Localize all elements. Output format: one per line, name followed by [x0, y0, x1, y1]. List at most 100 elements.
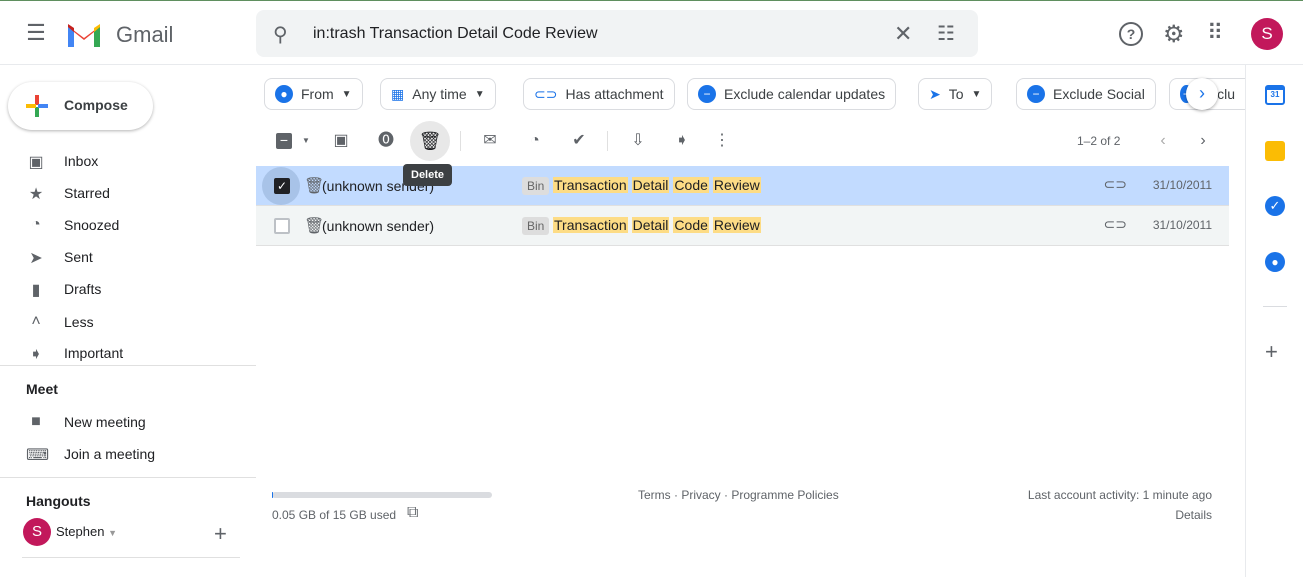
- help-icon[interactable]: ?: [1119, 22, 1143, 46]
- sidebar-item-drafts[interactable]: ▮ Drafts: [0, 273, 256, 305]
- clear-search-icon[interactable]: ✕: [894, 21, 912, 47]
- send-icon: ➤: [29, 250, 43, 267]
- nav-label: Inbox: [64, 153, 99, 169]
- nav-label: Sent: [64, 249, 93, 265]
- sidebar-item-sent[interactable]: ➤ Sent: [0, 241, 256, 273]
- open-external-icon[interactable]: ⧉: [407, 504, 418, 522]
- nav-label: Important: [64, 345, 124, 361]
- filter-exclude-social[interactable]: − Exclude Social: [1016, 78, 1156, 110]
- email-row[interactable]: ✓ 🗑 (unknown sender) Bin Transaction Deta…: [256, 166, 1229, 206]
- person-icon: ●: [275, 85, 293, 103]
- inbox-icon: ▣: [28, 154, 44, 171]
- add-task-icon[interactable]: ✔: [567, 129, 591, 153]
- compose-label: Compose: [64, 97, 128, 113]
- report-spam-icon[interactable]: ⓿: [374, 129, 398, 153]
- filter-from[interactable]: ● From ▼: [264, 78, 363, 110]
- nav-label: Join a meeting: [64, 446, 156, 462]
- top-bar: ☰ Gmail ⚲ in:trash Transaction Detail Co…: [0, 1, 1303, 65]
- more-options-icon[interactable]: ⋮: [710, 129, 734, 153]
- add-hangout-icon[interactable]: +: [214, 521, 227, 547]
- hangouts-user-name: Stephen: [56, 524, 105, 539]
- date: 31/10/2011: [1152, 178, 1212, 192]
- mark-read-icon[interactable]: ✉: [478, 129, 502, 153]
- subject-word: Code: [673, 217, 709, 233]
- snooze-clock-icon[interactable]: ◔: [523, 129, 547, 153]
- gmail-logo-icon[interactable]: [66, 20, 102, 47]
- sidebar-item-snoozed[interactable]: ◔ Snoozed: [0, 209, 256, 241]
- calendar-icon: ▦: [391, 85, 405, 102]
- sender: (unknown sender): [322, 218, 435, 234]
- details-link[interactable]: Details: [1175, 508, 1212, 522]
- footer-links[interactable]: Terms · Privacy · Programme Policies: [638, 488, 839, 502]
- email-row[interactable]: 🗑 (unknown sender) Bin Transaction Detail…: [256, 206, 1229, 246]
- nav-label: Starred: [64, 185, 110, 201]
- side-panel: 31 ✓ ● +: [1245, 65, 1303, 577]
- nav-label: Less: [64, 314, 94, 330]
- nav-label: New meeting: [64, 414, 146, 430]
- subject-word: Detail: [631, 217, 670, 233]
- filter-exclude-calendar[interactable]: − Exclude calendar updates: [687, 78, 897, 110]
- video-camera-icon: ■: [31, 413, 41, 430]
- search-input[interactable]: in:trash Transaction Detail Code Review: [313, 25, 598, 43]
- main-menu-icon[interactable]: ☰: [24, 20, 48, 45]
- add-addon-icon[interactable]: +: [1265, 339, 1278, 365]
- divider: [460, 131, 461, 151]
- subject-word: Transaction: [553, 217, 628, 233]
- apps-grid-icon[interactable]: ⠿: [1207, 20, 1223, 46]
- divider: [22, 557, 240, 558]
- settings-gear-icon[interactable]: ⚙: [1163, 20, 1185, 49]
- filter-to[interactable]: ➤ To ▼: [918, 78, 993, 110]
- calendar-app-icon[interactable]: 31: [1265, 85, 1285, 105]
- row-checkbox[interactable]: [274, 218, 290, 234]
- subject-word: Detail: [631, 177, 670, 193]
- subject-word: Transaction: [553, 177, 628, 193]
- bin-label[interactable]: Bin: [522, 217, 550, 235]
- subject-word: Review: [712, 217, 761, 233]
- label-icon[interactable]: ➧: [670, 129, 694, 153]
- important-icon: ➧: [29, 346, 43, 363]
- prev-page-icon[interactable]: ‹: [1151, 129, 1175, 153]
- divider: [0, 477, 256, 478]
- chip-label: To: [948, 86, 964, 102]
- sidebar-item-starred[interactable]: ★ Starred: [0, 177, 256, 209]
- tasks-app-icon[interactable]: ✓: [1265, 196, 1285, 216]
- select-all-checkbox[interactable]: −: [272, 129, 296, 153]
- subject-word: Code: [673, 177, 709, 193]
- archive-icon[interactable]: ▣: [329, 129, 353, 153]
- draft-icon: ▮: [31, 282, 41, 299]
- filter-has-attachment[interactable]: ⊂⊃ Has attachment: [523, 78, 675, 110]
- filter-any-time[interactable]: ▦ Any time ▼: [380, 78, 496, 110]
- meet-heading: Meet: [26, 381, 58, 397]
- clock-icon: ◔: [31, 216, 41, 233]
- contacts-app-icon[interactable]: ●: [1265, 252, 1285, 272]
- divider: [0, 365, 256, 366]
- search-icon[interactable]: ⚲: [273, 22, 288, 47]
- subject-word: Review: [712, 177, 761, 193]
- bin-label[interactable]: Bin: [522, 177, 550, 195]
- row-checkbox[interactable]: ✓: [274, 178, 290, 194]
- next-page-icon[interactable]: ›: [1191, 129, 1215, 153]
- keep-app-icon[interactable]: [1265, 141, 1285, 161]
- hangouts-avatar[interactable]: S: [23, 518, 51, 546]
- hangouts-user[interactable]: Stephen ▼: [56, 524, 117, 539]
- select-caret-icon[interactable]: ▼: [294, 129, 318, 153]
- send-icon: ➤: [929, 85, 941, 102]
- join-meeting-item[interactable]: ⌨ Join a meeting: [0, 438, 256, 470]
- search-options-icon[interactable]: ☷: [937, 21, 955, 46]
- sidebar-item-inbox[interactable]: ▣ Inbox: [0, 145, 256, 177]
- sidebar-item-less[interactable]: ˄ Less: [0, 306, 256, 338]
- search-bar[interactable]: ⚲ in:trash Transaction Detail Code Revie…: [256, 10, 978, 57]
- chip-label: Exclude calendar updates: [724, 86, 886, 102]
- move-to-icon[interactable]: ⇩: [626, 129, 650, 153]
- star-icon: ★: [28, 186, 44, 203]
- chip-label: Has attachment: [565, 86, 664, 102]
- account-avatar[interactable]: S: [1251, 18, 1283, 50]
- caret-down-icon: ▼: [108, 528, 117, 538]
- chip-label: Exclude Social: [1053, 86, 1145, 102]
- new-meeting-item[interactable]: ■ New meeting: [0, 406, 256, 438]
- compose-button[interactable]: Compose: [8, 82, 153, 130]
- storage-text: 0.05 GB of 15 GB used: [272, 508, 397, 522]
- chips-scroll-right-button[interactable]: ›: [1186, 78, 1218, 110]
- paperclip-icon: ⊂⊃: [534, 85, 558, 102]
- delete-trash-icon[interactable]: 🗑: [418, 129, 442, 153]
